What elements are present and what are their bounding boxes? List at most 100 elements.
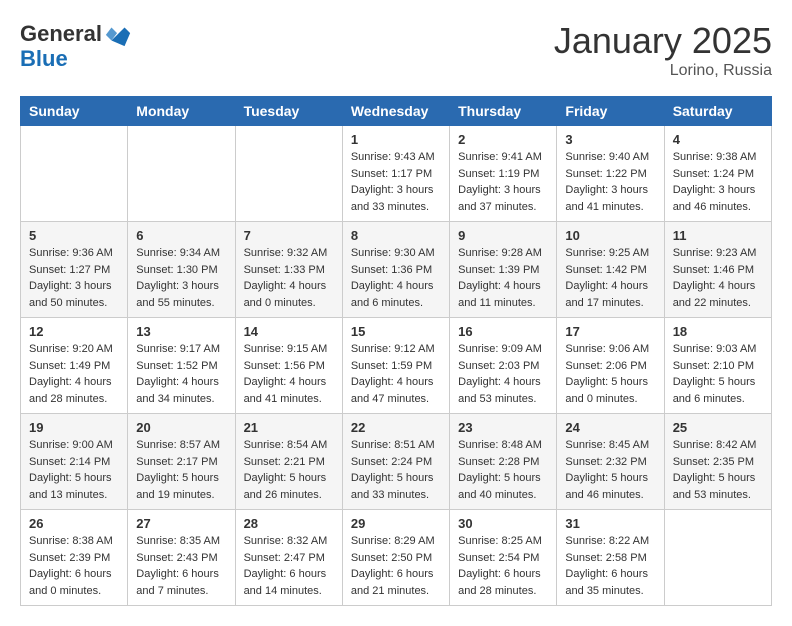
calendar: SundayMondayTuesdayWednesdayThursdayFrid… [20,96,772,606]
day-info: Sunrise: 9:38 AM Sunset: 1:24 PM Dayligh… [673,149,763,215]
calendar-cell [235,126,342,222]
calendar-cell: 15Sunrise: 9:12 AM Sunset: 1:59 PM Dayli… [342,318,449,414]
calendar-cell: 1 Sunrise: 9:43 AM Sunset: 1:17 PM Daylig… [342,126,449,222]
calendar-header-thursday: Thursday [450,97,557,126]
day-info: Sunrise: 8:22 AM Sunset: 2:58 PM Dayligh… [565,533,655,599]
day-info: Sunrise: 8:42 AM Sunset: 2:35 PM Dayligh… [673,437,763,503]
title-block: January 2025 Lorino, Russia [554,20,772,80]
calendar-cell: 24 Sunrise: 8:45 AM Sunset: 2:32 PM Dayli… [557,414,664,510]
calendar-cell: 20Sunrise: 8:57 AM Sunset: 2:17 PM Dayli… [128,414,235,510]
day-info: Sunrise: 9:03 AM Sunset: 2:10 PM Dayligh… [673,341,763,407]
day-info: Sunrise: 9:36 AM Sunset: 1:27 PM Dayligh… [29,245,119,311]
calendar-header-wednesday: Wednesday [342,97,449,126]
day-info: Sunrise: 8:25 AM Sunset: 2:54 PM Dayligh… [458,533,548,599]
page-header: General Blue January 2025 Lorino, Russia [20,20,772,80]
calendar-cell [21,126,128,222]
calendar-cell: 19 Sunrise: 9:00 AM Sunset: 2:14 PM Dayli… [21,414,128,510]
logo: General Blue [20,20,132,71]
calendar-cell: 31 Sunrise: 8:22 AM Sunset: 2:58 PM Dayli… [557,510,664,606]
day-number: 14 [244,324,334,339]
day-info: Sunrise: 9:20 AM Sunset: 1:49 PM Dayligh… [29,341,119,407]
calendar-cell: 22 Sunrise: 8:51 AM Sunset: 2:24 PM Dayli… [342,414,449,510]
day-info: Sunrise: 8:35 AM Sunset: 2:43 PM Dayligh… [136,533,226,599]
day-info: Sunrise: 8:51 AM Sunset: 2:24 PM Dayligh… [351,437,441,503]
calendar-cell: 18 Sunrise: 9:03 AM Sunset: 2:10 PM Dayli… [664,318,771,414]
day-number: 17 [565,324,655,339]
day-info: Sunrise: 9:17 AM Sunset: 1:52 PM Dayligh… [136,341,226,407]
calendar-cell: 12 Sunrise: 9:20 AM Sunset: 1:49 PM Dayli… [21,318,128,414]
day-number: 10 [565,228,655,243]
calendar-cell: 14 Sunrise: 9:15 AM Sunset: 1:56 PM Dayli… [235,318,342,414]
calendar-cell: 27 Sunrise: 8:35 AM Sunset: 2:43 PM Dayli… [128,510,235,606]
day-number: 2 [458,132,548,147]
day-info: Sunrise: 9:40 AM Sunset: 1:22 PM Dayligh… [565,149,655,215]
calendar-cell: 6Sunrise: 9:34 AM Sunset: 1:30 PM Daylig… [128,222,235,318]
day-number: 23 [458,420,548,435]
calendar-cell: 5 Sunrise: 9:36 AM Sunset: 1:27 PM Daylig… [21,222,128,318]
day-number: 6 [136,228,226,243]
calendar-week-row: 1 Sunrise: 9:43 AM Sunset: 1:17 PM Daylig… [21,126,772,222]
calendar-header-sunday: Sunday [21,97,128,126]
calendar-header-friday: Friday [557,97,664,126]
day-number: 27 [136,516,226,531]
calendar-header-tuesday: Tuesday [235,97,342,126]
day-number: 7 [244,228,334,243]
calendar-week-row: 26Sunrise: 8:38 AM Sunset: 2:39 PM Dayli… [21,510,772,606]
calendar-cell: 25 Sunrise: 8:42 AM Sunset: 2:35 PM Dayli… [664,414,771,510]
day-info: Sunrise: 9:43 AM Sunset: 1:17 PM Dayligh… [351,149,441,215]
day-info: Sunrise: 8:48 AM Sunset: 2:28 PM Dayligh… [458,437,548,503]
day-info: Sunrise: 9:09 AM Sunset: 2:03 PM Dayligh… [458,341,548,407]
day-number: 1 [351,132,441,147]
day-number: 19 [29,420,119,435]
day-info: Sunrise: 9:32 AM Sunset: 1:33 PM Dayligh… [244,245,334,311]
calendar-cell: 17 Sunrise: 9:06 AM Sunset: 2:06 PM Dayli… [557,318,664,414]
day-number: 13 [136,324,226,339]
day-info: Sunrise: 8:29 AM Sunset: 2:50 PM Dayligh… [351,533,441,599]
calendar-cell: 28 Sunrise: 8:32 AM Sunset: 2:47 PM Dayli… [235,510,342,606]
day-info: Sunrise: 9:06 AM Sunset: 2:06 PM Dayligh… [565,341,655,407]
calendar-cell: 10 Sunrise: 9:25 AM Sunset: 1:42 PM Dayli… [557,222,664,318]
day-info: Sunrise: 9:30 AM Sunset: 1:36 PM Dayligh… [351,245,441,311]
calendar-cell: 26Sunrise: 8:38 AM Sunset: 2:39 PM Dayli… [21,510,128,606]
day-info: Sunrise: 9:28 AM Sunset: 1:39 PM Dayligh… [458,245,548,311]
day-info: Sunrise: 9:00 AM Sunset: 2:14 PM Dayligh… [29,437,119,503]
day-number: 8 [351,228,441,243]
calendar-week-row: 19 Sunrise: 9:00 AM Sunset: 2:14 PM Dayli… [21,414,772,510]
day-number: 30 [458,516,548,531]
day-number: 28 [244,516,334,531]
calendar-cell: 30 Sunrise: 8:25 AM Sunset: 2:54 PM Dayli… [450,510,557,606]
calendar-cell: 3 Sunrise: 9:40 AM Sunset: 1:22 PM Daylig… [557,126,664,222]
day-number: 29 [351,516,441,531]
calendar-cell: 21Sunrise: 8:54 AM Sunset: 2:21 PM Dayli… [235,414,342,510]
day-info: Sunrise: 9:25 AM Sunset: 1:42 PM Dayligh… [565,245,655,311]
location: Lorino, Russia [554,62,772,80]
day-number: 31 [565,516,655,531]
day-info: Sunrise: 8:45 AM Sunset: 2:32 PM Dayligh… [565,437,655,503]
calendar-cell: 7 Sunrise: 9:32 AM Sunset: 1:33 PM Daylig… [235,222,342,318]
calendar-header-row: SundayMondayTuesdayWednesdayThursdayFrid… [21,97,772,126]
day-number: 24 [565,420,655,435]
logo-blue: Blue [20,46,68,71]
day-number: 11 [673,228,763,243]
logo-general: General [20,23,102,45]
calendar-cell: 2 Sunrise: 9:41 AM Sunset: 1:19 PM Daylig… [450,126,557,222]
day-number: 15 [351,324,441,339]
day-info: Sunrise: 9:23 AM Sunset: 1:46 PM Dayligh… [673,245,763,311]
day-info: Sunrise: 8:57 AM Sunset: 2:17 PM Dayligh… [136,437,226,503]
day-info: Sunrise: 9:41 AM Sunset: 1:19 PM Dayligh… [458,149,548,215]
day-number: 16 [458,324,548,339]
calendar-cell: 29 Sunrise: 8:29 AM Sunset: 2:50 PM Dayli… [342,510,449,606]
day-info: Sunrise: 9:15 AM Sunset: 1:56 PM Dayligh… [244,341,334,407]
month-title: January 2025 [554,20,772,62]
day-number: 5 [29,228,119,243]
calendar-cell: 13 Sunrise: 9:17 AM Sunset: 1:52 PM Dayli… [128,318,235,414]
calendar-cell: 4Sunrise: 9:38 AM Sunset: 1:24 PM Daylig… [664,126,771,222]
calendar-cell: 8 Sunrise: 9:30 AM Sunset: 1:36 PM Daylig… [342,222,449,318]
day-info: Sunrise: 8:32 AM Sunset: 2:47 PM Dayligh… [244,533,334,599]
day-number: 18 [673,324,763,339]
day-number: 25 [673,420,763,435]
day-number: 12 [29,324,119,339]
calendar-week-row: 5 Sunrise: 9:36 AM Sunset: 1:27 PM Daylig… [21,222,772,318]
day-number: 3 [565,132,655,147]
day-number: 22 [351,420,441,435]
